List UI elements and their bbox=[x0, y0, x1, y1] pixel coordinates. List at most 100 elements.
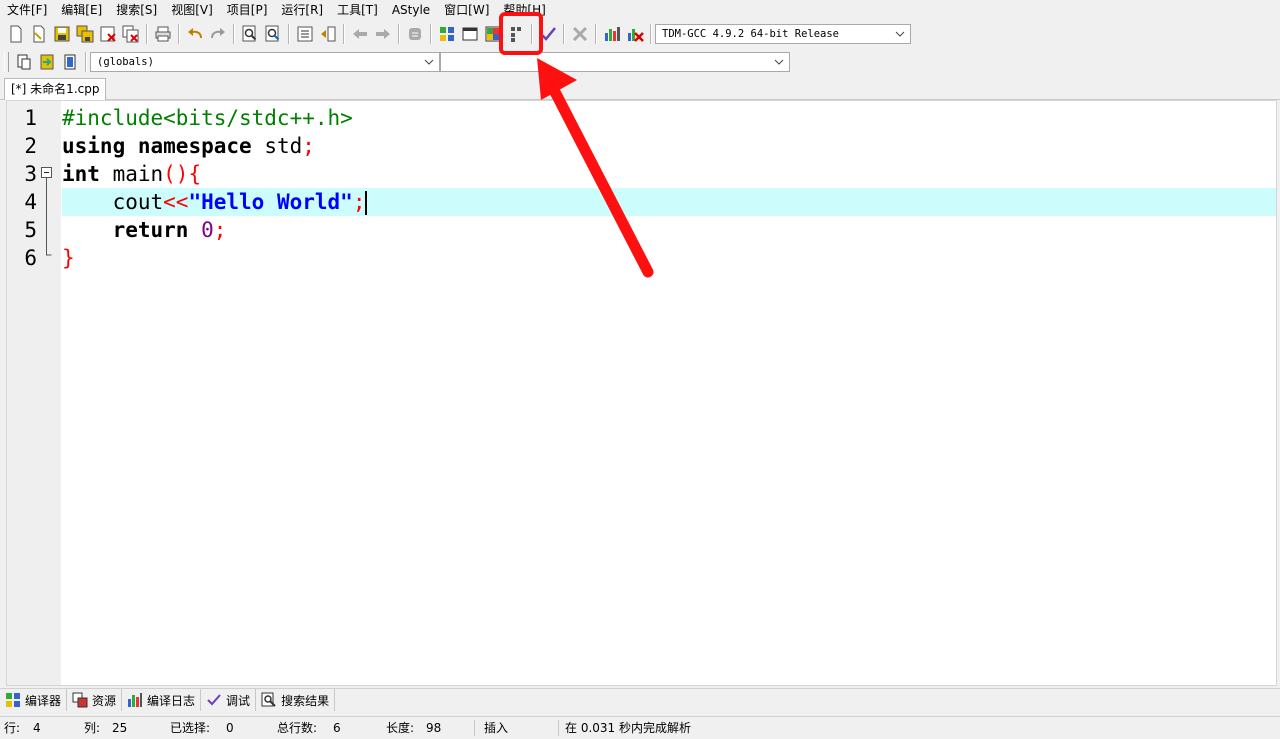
menu-bar: 文件[F] 编辑[E] 搜索[S] 视图[V] 项目[P] 运行[R] 工具[T] AStyl… bbox=[0, 0, 1280, 20]
status-length-value: 98 bbox=[426, 721, 442, 735]
goto-icon bbox=[40, 54, 53, 70]
line-number: 6 bbox=[24, 246, 37, 270]
toolbar-separator bbox=[178, 24, 179, 44]
menu-item[interactable]: 搜索[S] bbox=[109, 0, 164, 20]
code-line[interactable]: using namespace std; bbox=[62, 132, 1276, 160]
toolbar-separator bbox=[595, 24, 596, 44]
goto-forward-button[interactable] bbox=[372, 23, 394, 45]
toolbar-separator bbox=[233, 24, 234, 44]
toolbar-separator bbox=[146, 24, 147, 44]
tab-debug[interactable]: 调试 bbox=[201, 689, 257, 711]
status-message: 在 0.031 秒内完成解析 bbox=[565, 721, 691, 735]
goto-line-button[interactable] bbox=[59, 51, 81, 73]
code-editor[interactable]: 1 2 3 4 5 6 #include<bits/stdc++.h> using names… bbox=[6, 100, 1277, 686]
current-code-line[interactable]: cout<<"Hello World"; bbox=[62, 188, 1276, 216]
open-file-icon bbox=[33, 25, 44, 43]
code-line[interactable]: int main(){ bbox=[62, 160, 1276, 188]
menu-item[interactable]: 项目[P] bbox=[220, 0, 275, 20]
tab-label: [*] 未命名1.cpp bbox=[11, 82, 100, 96]
scope-select-value: (globals) bbox=[97, 56, 154, 68]
status-row-value: 4 bbox=[33, 721, 41, 735]
toolbar-grip[interactable] bbox=[4, 52, 9, 72]
code-token: "Hello World" bbox=[188, 190, 353, 214]
line-number: 4 bbox=[24, 190, 37, 214]
menu-item[interactable]: 工具[T] bbox=[330, 0, 385, 20]
code-token: } bbox=[62, 246, 75, 270]
open-file-button[interactable] bbox=[28, 23, 50, 45]
fold-marker-icon[interactable] bbox=[40, 166, 54, 266]
compile-log-icon bbox=[128, 693, 143, 707]
bookmark-button[interactable] bbox=[404, 23, 426, 45]
run-button[interactable] bbox=[459, 23, 481, 45]
compile-button[interactable] bbox=[436, 23, 458, 45]
code-token: << bbox=[163, 190, 189, 214]
redo-button[interactable] bbox=[207, 23, 229, 45]
code-line[interactable]: return 0; bbox=[62, 216, 1276, 244]
code-line[interactable]: } bbox=[62, 244, 1276, 272]
code-token: ; bbox=[302, 134, 315, 158]
line-number: 3 bbox=[24, 162, 37, 186]
save-all-icon bbox=[76, 25, 93, 43]
tab-untitled-cpp[interactable]: [*] 未命名1.cpp bbox=[4, 78, 107, 100]
toolbar-separator bbox=[563, 24, 564, 44]
menu-item[interactable]: 视图[V] bbox=[164, 0, 220, 20]
indent-button[interactable] bbox=[294, 23, 316, 45]
close-all-icon bbox=[122, 25, 138, 43]
code-token: namespace bbox=[137, 134, 252, 158]
close-file-button[interactable] bbox=[97, 23, 119, 45]
compiler-select[interactable]: TDM-GCC 4.9.2 64-bit Release bbox=[655, 24, 911, 44]
undo-button[interactable] bbox=[184, 23, 206, 45]
chart-icon bbox=[604, 27, 620, 41]
scope-select[interactable]: (globals) bbox=[90, 52, 440, 72]
delete-profile-button[interactable] bbox=[624, 23, 646, 45]
toolbar-separator bbox=[430, 24, 431, 44]
new-file-button[interactable] bbox=[5, 23, 27, 45]
menu-item[interactable]: AStyle bbox=[385, 0, 437, 20]
save-all-button[interactable] bbox=[74, 23, 96, 45]
toolbar-separator bbox=[85, 52, 86, 72]
status-col-value: 25 bbox=[112, 721, 128, 735]
unindent-button[interactable] bbox=[317, 23, 339, 45]
back-icon bbox=[352, 29, 367, 39]
stop-icon bbox=[572, 26, 587, 42]
tab-search-results[interactable]: 搜索结果 bbox=[256, 689, 336, 711]
code-line[interactable]: #include<bits/stdc++.h> bbox=[62, 104, 1276, 132]
profile-button[interactable] bbox=[601, 23, 623, 45]
tab-compile-log[interactable]: 编译日志 bbox=[122, 689, 202, 711]
menu-item[interactable]: 运行[R] bbox=[274, 0, 330, 20]
tab-compiler[interactable]: 编译器 bbox=[0, 689, 68, 711]
save-button[interactable] bbox=[51, 23, 73, 45]
tab-resources-label: 资源 bbox=[92, 693, 117, 708]
forward-icon bbox=[375, 29, 390, 39]
insert-icon bbox=[17, 54, 30, 70]
status-col-label: 列: bbox=[84, 721, 101, 735]
stop-button[interactable] bbox=[569, 23, 591, 45]
replace-button[interactable] bbox=[262, 23, 284, 45]
menu-item[interactable]: 编辑[E] bbox=[54, 0, 109, 20]
find-button[interactable] bbox=[239, 23, 261, 45]
code-token: #include<bits/stdc++.h> bbox=[62, 106, 353, 130]
chevron-down-icon bbox=[895, 31, 905, 37]
bookmark-icon bbox=[408, 28, 421, 40]
goto-back-button[interactable] bbox=[349, 23, 371, 45]
symbol-select[interactable] bbox=[440, 52, 790, 72]
menu-item[interactable]: 文件[F] bbox=[0, 0, 54, 20]
search-results-icon bbox=[261, 692, 276, 707]
toggle-bookmark-button[interactable] bbox=[36, 51, 58, 73]
close-file-icon bbox=[100, 26, 116, 42]
menu-item[interactable]: 窗口[W] bbox=[437, 0, 496, 20]
insert-code-button[interactable] bbox=[13, 51, 35, 73]
compiler-icon bbox=[6, 693, 20, 707]
print-button[interactable] bbox=[152, 23, 174, 45]
tab-resources[interactable]: 资源 bbox=[67, 689, 123, 711]
status-length-label: 长度: bbox=[386, 721, 415, 735]
status-bar: 行: 4 列: 25 已选择: 0 总行数: 6 长度: 98 插入 在 0.0… bbox=[0, 716, 1280, 739]
new-file-icon bbox=[10, 25, 21, 43]
code-token: std bbox=[251, 134, 303, 158]
close-all-button[interactable] bbox=[120, 23, 142, 45]
run-icon bbox=[462, 27, 477, 41]
toolbar-separator bbox=[650, 24, 651, 44]
indent-icon bbox=[297, 26, 312, 42]
